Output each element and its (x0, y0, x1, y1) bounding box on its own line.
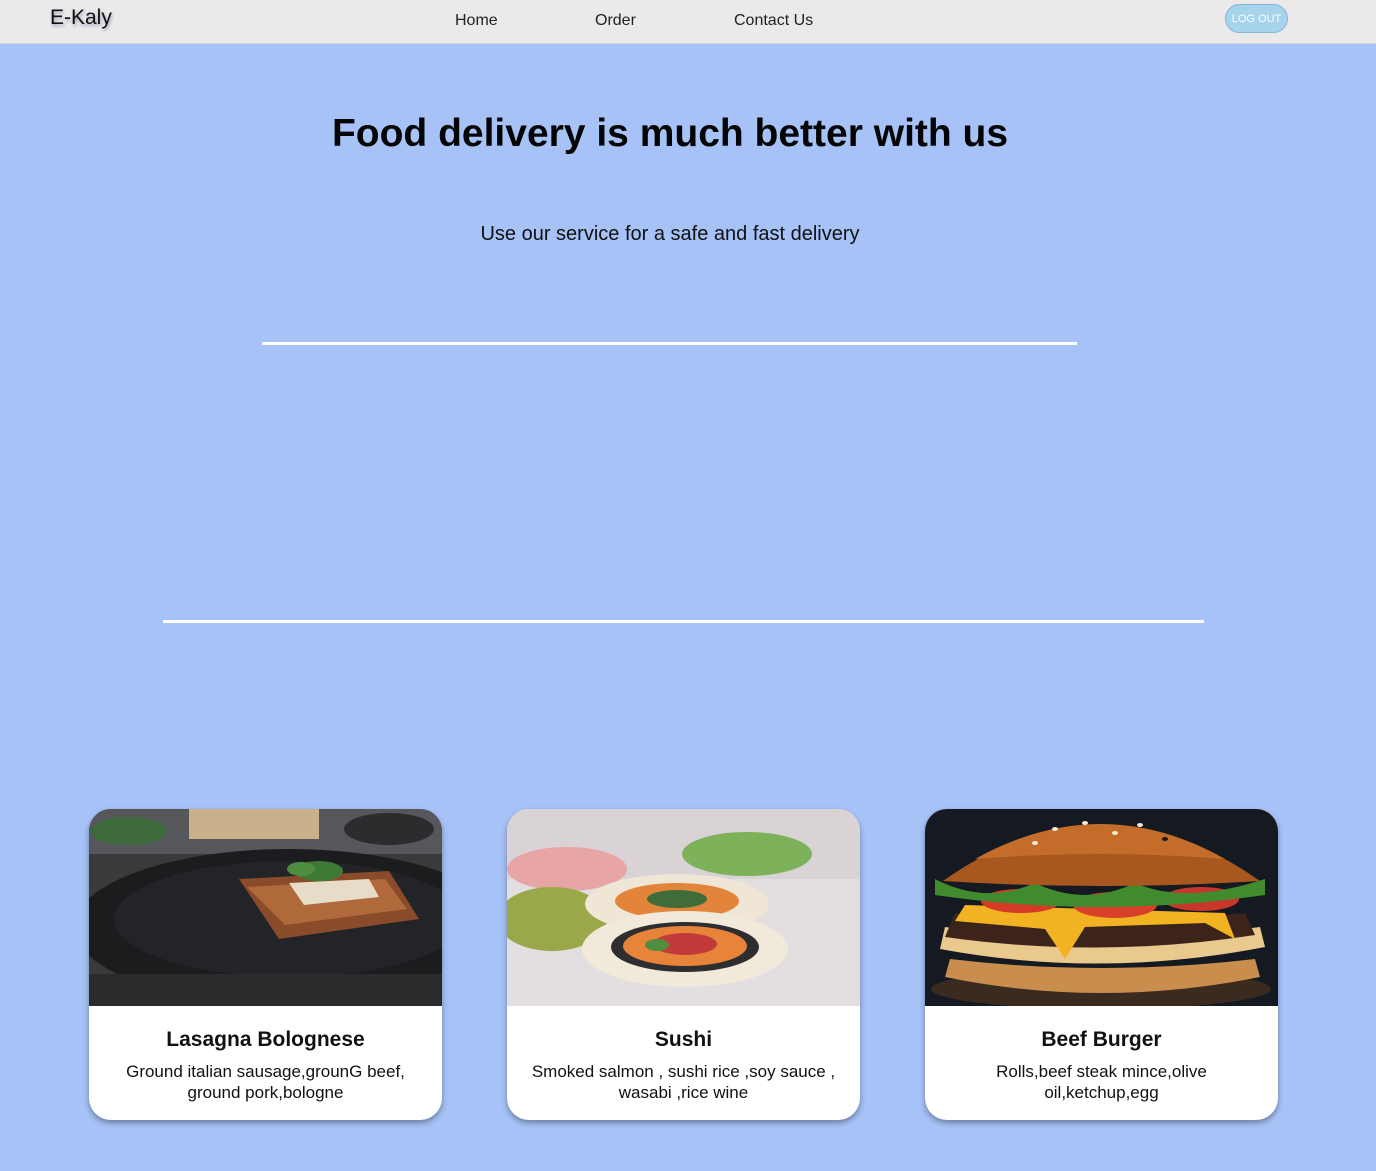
card-title: Beef Burger (1041, 1028, 1162, 1051)
lasagna-image (89, 809, 442, 1006)
sushi-image (507, 809, 860, 1006)
card-description: Smoked salmon , sushi rice ,soy sauce , … (531, 1062, 836, 1102)
food-card-lasagna[interactable]: Lasagna Bolognese Ground italian sausage… (89, 809, 442, 1120)
top-navbar: E-Kaly Home Order Contact Us LOG OUT (0, 0, 1376, 44)
logout-button[interactable]: LOG OUT (1225, 4, 1288, 33)
card-description: Rolls,beef steak mince,olive oil,ketchup… (996, 1062, 1207, 1102)
hero-title: Food delivery is much better with us (331, 112, 1009, 155)
section-divider-top (262, 342, 1077, 345)
section-divider-bottom (163, 620, 1204, 623)
nav-link-contact-us[interactable]: Contact Us (734, 12, 813, 30)
nav-link-home[interactable]: Home (455, 12, 498, 30)
card-title: Lasagna Bolognese (166, 1028, 365, 1051)
food-card-sushi[interactable]: Sushi Smoked salmon , sushi rice ,soy sa… (507, 809, 860, 1120)
brand-logo[interactable]: E-Kaly (50, 6, 112, 30)
hero-subtitle: Use our service for a safe and fast deli… (480, 223, 860, 245)
card-description: Ground italian sausage,grounG beef, grou… (126, 1062, 405, 1102)
food-card-beef-burger[interactable]: Beef Burger Rolls,beef steak mince,olive… (925, 809, 1278, 1120)
nav-link-order[interactable]: Order (595, 12, 636, 30)
beef-burger-image (925, 809, 1278, 1006)
card-title: Sushi (654, 1028, 713, 1051)
